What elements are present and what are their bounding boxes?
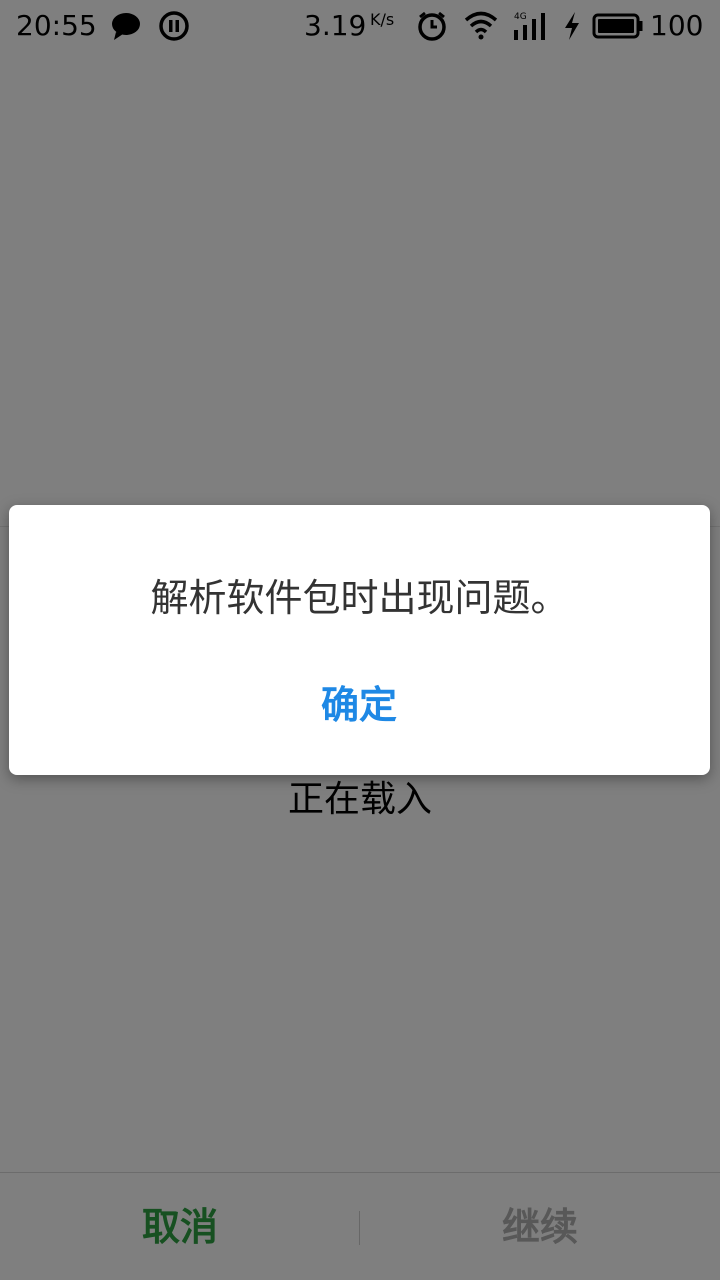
screen: 20:55 3.19 K/s (0, 0, 720, 1280)
ok-button[interactable]: 确定 (279, 665, 439, 745)
error-dialog: 解析软件包时出现问题。 确定 (9, 505, 710, 775)
dialog-message: 解析软件包时出现问题。 (150, 576, 569, 620)
